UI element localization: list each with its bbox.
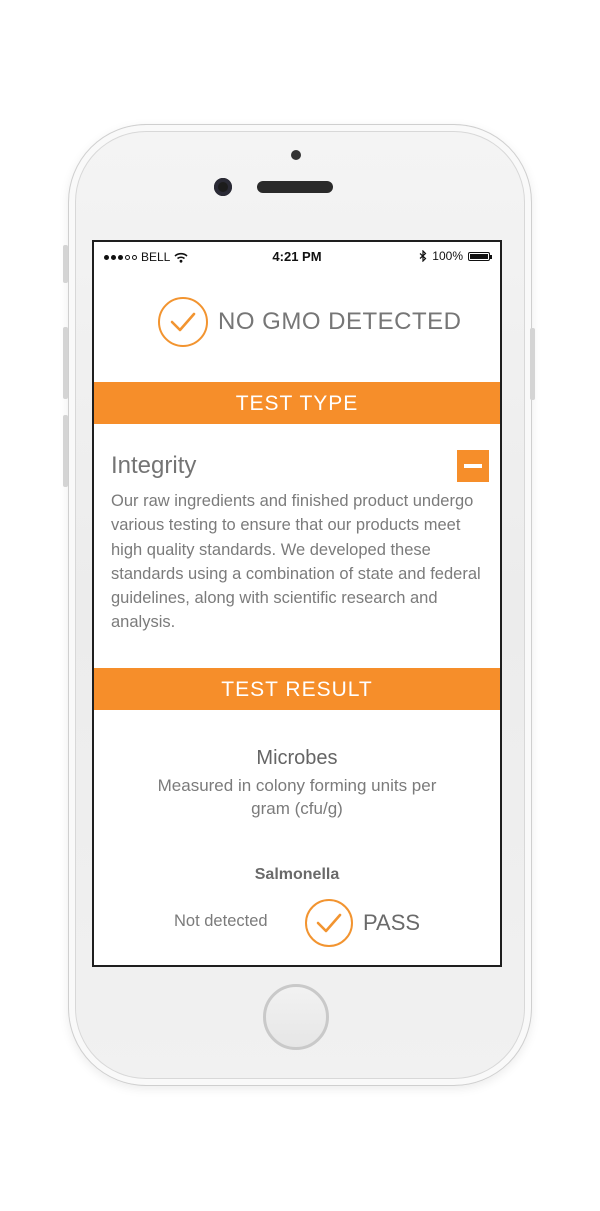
pass-checkmark-icon: [305, 899, 353, 947]
app-screen: BELL 4:21 PM 100% NO GMO DETECTED TEST T…: [92, 240, 502, 967]
volume-down-button: [63, 415, 68, 487]
earpiece-speaker: [257, 181, 333, 193]
gmo-status-text: NO GMO DETECTED: [218, 308, 462, 335]
battery-percent: 100%: [432, 249, 463, 263]
battery-icon: [468, 251, 492, 261]
category-subtitle: Measured in colony forming units per gra…: [157, 776, 437, 818]
test-result-header: TEST RESULT: [94, 668, 500, 710]
gmo-status: NO GMO DETECTED: [158, 297, 462, 347]
test-name: Salmonella: [254, 866, 340, 883]
front-camera-icon: [214, 178, 232, 196]
bluetooth-icon: [419, 250, 427, 262]
category-title: Microbes: [256, 747, 338, 769]
test-type-description: Our raw ingredients and finished product…: [111, 492, 481, 632]
status-right-group: 100%: [419, 249, 492, 263]
mute-switch: [63, 245, 68, 283]
home-button[interactable]: [263, 984, 329, 1050]
power-button: [530, 328, 535, 400]
test-value: Not detected: [174, 912, 268, 930]
test-type-title: Integrity: [111, 452, 197, 479]
volume-up-button: [63, 327, 68, 399]
test-type-header: TEST TYPE: [94, 382, 500, 424]
test-status: PASS: [363, 910, 421, 935]
checkmark-circle-icon: [158, 297, 208, 347]
status-bar: BELL 4:21 PM 100%: [94, 242, 500, 272]
collapse-button[interactable]: [457, 450, 489, 482]
proximity-sensor: [291, 150, 301, 160]
